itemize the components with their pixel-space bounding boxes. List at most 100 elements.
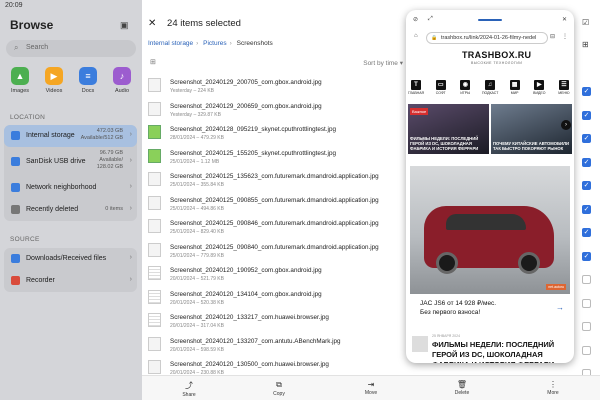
site-logo[interactable]: TRASHBOX.RU — [462, 50, 531, 60]
breadcrumb-item[interactable]: Pictures — [203, 40, 226, 47]
location-internal-storage[interactable]: Internal storage 472.03 GB Available/512 … — [4, 125, 137, 147]
file-row[interactable]: Screenshot_20240129_200659_com.gbox.andr… — [148, 99, 408, 123]
file-name: Screenshot_20240125_090855_com.futuremar… — [170, 196, 379, 204]
ad-text[interactable]: JAC JS6 от 14 928 ₽/мес. Без первого взн… — [420, 299, 496, 317]
minimize-icon[interactable]: ⊘ — [413, 16, 418, 23]
file-name: Screenshot_20240120_134104_com.gbox.andr… — [170, 290, 322, 298]
file-row[interactable]: Screenshot_20240125_090846_com.futuremar… — [148, 216, 408, 240]
selection-checkbox[interactable]: ✓ — [582, 228, 591, 237]
clock: 20:09 — [5, 2, 23, 9]
category-audio[interactable]: ♪ Audio — [108, 67, 136, 101]
select-all-icon[interactable]: ☑ — [582, 18, 589, 27]
site-nav-item[interactable]: ▭ СОФТ — [433, 80, 449, 102]
file-thumbnail — [148, 172, 161, 186]
file-meta: 25/01/2024 – 494.86 KB — [170, 205, 224, 212]
drag-handle[interactable] — [478, 19, 502, 21]
delete-button[interactable]: 🗑 Delete — [447, 380, 477, 396]
nav-icon: ♫ — [484, 80, 495, 90]
site-nav-item[interactable]: ♫ ПОДКАСТ — [482, 80, 498, 102]
close-icon[interactable]: ✕ — [148, 18, 156, 29]
more-button[interactable]: ⋮ More — [538, 380, 568, 396]
selection-checkbox[interactable]: ✓ — [582, 251, 591, 261]
arrow-right-icon[interactable]: → — [556, 303, 564, 312]
nav-label: ПОДКАСТ — [481, 91, 499, 95]
file-row[interactable]: Screenshot_20240120_134104_com.gbox.andr… — [148, 287, 408, 311]
more-icon: ⋮ — [549, 380, 557, 389]
news-date: 25 ЯНВАРЯ 2024 — [432, 334, 461, 338]
file-thumbnail — [148, 313, 161, 327]
source-downloads[interactable]: Downloads/Received files › — [4, 248, 137, 270]
selection-checkbox[interactable]: ✓ — [582, 181, 591, 190]
hero-card[interactable]: ПОЧЕМУ КИТАЙСКИЕ АВТОМОБИЛИ ТАК БЫСТРО П… — [491, 104, 572, 154]
selection-checkbox[interactable]: ✓ — [582, 110, 591, 120]
url-bar[interactable]: 🔒 trashbox.ru/link/2024-01-26-filmy-nede… — [426, 32, 548, 44]
category-docs[interactable]: ≡ Docs — [74, 67, 102, 101]
menu-icon[interactable]: ⋮ — [562, 33, 568, 40]
search-input[interactable]: ⌕ Search — [6, 40, 136, 57]
sidebar-title: Browse — [10, 18, 54, 32]
car-image — [424, 206, 554, 274]
source-label: Recorder — [26, 277, 55, 284]
site-nav-item[interactable]: Т ГЛАВНАЯ — [408, 80, 424, 102]
selection-checkbox[interactable]: ✓ — [582, 134, 591, 143]
nav-icon: ☰ — [558, 80, 569, 90]
ad-line: JAC JS6 от 14 928 ₽/мес. — [420, 300, 497, 307]
grid-view-icon[interactable]: ⊞ — [582, 40, 589, 49]
selection-checkbox[interactable]: ✓ — [582, 157, 591, 167]
breadcrumb-item[interactable]: Internal storage — [148, 40, 193, 47]
file-row[interactable]: Screenshot_20240120_190952_com.gbox.andr… — [148, 263, 408, 287]
file-thumbnail — [148, 125, 161, 139]
site-nav-item[interactable]: ☰ МЕНЮ — [556, 80, 572, 102]
home-icon[interactable]: ⌂ — [414, 33, 418, 39]
site-nav-item[interactable]: ▶ ВИДЕО — [531, 80, 547, 102]
selection-checkbox[interactable]: ✓ — [582, 87, 591, 96]
file-row[interactable]: Screenshot_20240129_200705_com.gbox.andr… — [148, 75, 408, 99]
copy-button[interactable]: ⧉ Copy — [264, 380, 294, 397]
location-recently-deleted[interactable]: Recently deleted 0 items › — [4, 199, 137, 221]
nav-label: СОФТ — [435, 91, 446, 95]
location-network[interactable]: Network neighborhood › — [4, 177, 137, 199]
file-row[interactable]: Screenshot_20240120_133207_com.antutu.AB… — [148, 334, 408, 358]
chevron-right-icon[interactable]: › — [561, 120, 571, 130]
file-row[interactable]: Screenshot_20240120_133217_com.huawei.br… — [148, 310, 408, 334]
fullscreen-icon[interactable]: ⤢ — [428, 16, 433, 23]
category-label: Docs — [81, 88, 95, 94]
selection-checkbox[interactable] — [582, 275, 591, 284]
site-nav-item[interactable]: ▦ МИР — [507, 80, 523, 102]
nav-label: МИР — [510, 91, 519, 95]
selection-checkbox[interactable] — [582, 345, 591, 355]
file-row[interactable]: Screenshot_20240125_155205_skynet.cputhr… — [148, 146, 408, 170]
ad-image[interactable]: net.autoru — [410, 166, 570, 294]
floating-browser-window[interactable]: ⊘ ⤢ ✕ ⌂ 🔒 trashbox.ru/link/2024-01-26-fi… — [406, 10, 574, 363]
nav-label: ГЛАВНАЯ — [408, 91, 425, 95]
delete-icon: 🗑 — [456, 380, 468, 389]
sort-dropdown[interactable]: Sort by time ▾ — [363, 59, 403, 67]
site-tagline: ВЫСОКИЕ ТЕХНОЛОГИИ — [471, 61, 523, 65]
category-images[interactable]: ▲ Images — [6, 67, 34, 101]
file-row[interactable]: Screenshot_20240125_135623_com.futuremar… — [148, 169, 408, 193]
share-button[interactable]: ⤴ Share — [174, 380, 204, 398]
site-nav: Т ГЛАВНАЯ ▭ СОФТ ◉ ИГРЫ ♫ ПОДКАСТ ▦ МИР ▶ ВИДЕО ☰ МЕН… — [408, 80, 572, 102]
file-name: Screenshot_20240129_200705_com.gbox.andr… — [170, 79, 322, 86]
source-recorder[interactable]: Recorder › — [4, 270, 137, 292]
move-button[interactable]: ⇥ Move — [356, 380, 386, 396]
view-mode-icon[interactable]: ▣ — [120, 20, 129, 31]
site-nav-item[interactable]: ◉ ИГРЫ — [457, 80, 473, 102]
file-row[interactable]: Screenshot_20240128_095219_skynet.cputhr… — [148, 122, 408, 146]
hero-carousel: Важное ФИЛЬМЫ НЕДЕЛИ: ПОСЛЕДНИЙ ГЕРОЙ ИЗ… — [408, 104, 572, 154]
file-name: Screenshot_20240120_190952_com.gbox.andr… — [170, 267, 322, 274]
location-usb-drive[interactable]: SanDisk USB drive 96.79 GB Available/128.… — [4, 147, 137, 177]
selection-checkbox[interactable] — [582, 298, 591, 308]
window-controls: ⊘ ⤢ ✕ — [406, 10, 574, 30]
file-thumbnail — [148, 336, 161, 351]
file-row[interactable]: Screenshot_20240125_090840_com.futuremar… — [148, 240, 408, 264]
selection-checkbox[interactable]: ✓ — [582, 204, 591, 214]
close-window-icon[interactable]: ✕ — [562, 16, 567, 23]
tabs-icon[interactable]: ⊟ — [550, 33, 555, 40]
new-folder-icon[interactable]: ⊞ — [150, 58, 156, 66]
hero-card[interactable]: Важное ФИЛЬМЫ НЕДЕЛИ: ПОСЛЕДНИЙ ГЕРОЙ ИЗ… — [408, 104, 489, 154]
selection-checkbox[interactable] — [582, 322, 591, 331]
category-videos[interactable]: ▶ Videos — [40, 67, 68, 101]
recorder-icon — [11, 276, 20, 285]
file-row[interactable]: Screenshot_20240125_090855_com.futuremar… — [148, 193, 408, 217]
